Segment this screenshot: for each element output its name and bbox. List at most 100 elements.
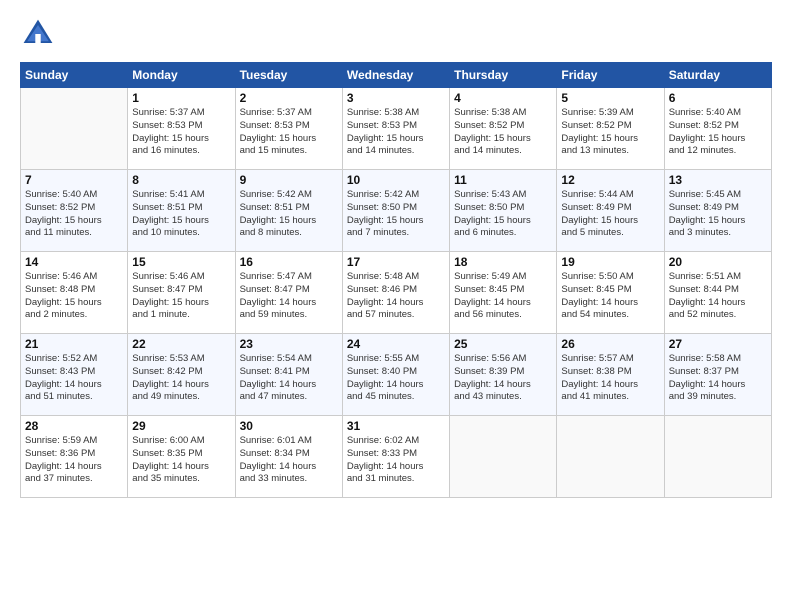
day-info: Sunrise: 5:52 AM Sunset: 8:43 PM Dayligh… xyxy=(25,353,123,404)
calendar-cell: 9 Sunrise: 5:42 AM Sunset: 8:51 PM Daylig… xyxy=(235,170,342,252)
day-number: 18 xyxy=(454,255,552,269)
calendar-cell: 17Sunrise: 5:48 AM Sunset: 8:46 PM Dayli… xyxy=(342,252,449,334)
day-info: Sunrise: 5:58 AM Sunset: 8:37 PM Dayligh… xyxy=(669,353,767,404)
calendar-cell: 13Sunrise: 5:45 AM Sunset: 8:49 PM Dayli… xyxy=(664,170,771,252)
day-number: 23 xyxy=(240,337,338,351)
day-info: Sunrise: 5:42 AM Sunset: 8:50 PM Dayligh… xyxy=(347,189,445,240)
weekday-header: Tuesday xyxy=(235,63,342,88)
day-info: Sunrise: 5:43 AM Sunset: 8:50 PM Dayligh… xyxy=(454,189,552,240)
day-info: Sunrise: 5:50 AM Sunset: 8:45 PM Dayligh… xyxy=(561,271,659,322)
calendar-cell: 1 Sunrise: 5:37 AM Sunset: 8:53 PM Daylig… xyxy=(128,88,235,170)
calendar-cell: 15 Sunrise: 5:46 AM Sunset: 8:47 PM Dayli… xyxy=(128,252,235,334)
day-number: 22 xyxy=(132,337,230,351)
day-number: 15 xyxy=(132,255,230,269)
day-info: Sunrise: 5:42 AM Sunset: 8:51 PM Dayligh… xyxy=(240,189,338,240)
day-info: Sunrise: 6:00 AM Sunset: 8:35 PM Dayligh… xyxy=(132,435,230,486)
day-info: Sunrise: 5:40 AM Sunset: 8:52 PM Dayligh… xyxy=(25,189,123,240)
header xyxy=(20,16,772,52)
day-number: 2 xyxy=(240,91,338,105)
day-info: Sunrise: 5:45 AM Sunset: 8:49 PM Dayligh… xyxy=(669,189,767,240)
day-number: 29 xyxy=(132,419,230,433)
logo xyxy=(20,16,60,52)
calendar: SundayMondayTuesdayWednesdayThursdayFrid… xyxy=(20,62,772,498)
calendar-cell: 20 Sunrise: 5:51 AM Sunset: 8:44 PM Dayli… xyxy=(664,252,771,334)
day-number: 31 xyxy=(347,419,445,433)
day-number: 10 xyxy=(347,173,445,187)
calendar-cell: 23 Sunrise: 5:54 AM Sunset: 8:41 PM Dayli… xyxy=(235,334,342,416)
weekday-header: Sunday xyxy=(21,63,128,88)
calendar-cell: 25 Sunrise: 5:56 AM Sunset: 8:39 PM Dayli… xyxy=(450,334,557,416)
day-number: 11 xyxy=(454,173,552,187)
calendar-cell: 29 Sunrise: 6:00 AM Sunset: 8:35 PM Dayli… xyxy=(128,416,235,498)
day-info: Sunrise: 6:02 AM Sunset: 8:33 PM Dayligh… xyxy=(347,435,445,486)
day-info: Sunrise: 6:01 AM Sunset: 8:34 PM Dayligh… xyxy=(240,435,338,486)
day-number: 8 xyxy=(132,173,230,187)
day-number: 24 xyxy=(347,337,445,351)
calendar-cell: 5Sunrise: 5:39 AM Sunset: 8:52 PM Daylig… xyxy=(557,88,664,170)
calendar-cell: 28Sunrise: 5:59 AM Sunset: 8:36 PM Dayli… xyxy=(21,416,128,498)
calendar-cell: 26 Sunrise: 5:57 AM Sunset: 8:38 PM Dayli… xyxy=(557,334,664,416)
day-info: Sunrise: 5:56 AM Sunset: 8:39 PM Dayligh… xyxy=(454,353,552,404)
calendar-cell: 3 Sunrise: 5:38 AM Sunset: 8:53 PM Daylig… xyxy=(342,88,449,170)
day-info: Sunrise: 5:41 AM Sunset: 8:51 PM Dayligh… xyxy=(132,189,230,240)
calendar-cell: 21 Sunrise: 5:52 AM Sunset: 8:43 PM Dayli… xyxy=(21,334,128,416)
day-number: 14 xyxy=(25,255,123,269)
calendar-cell xyxy=(450,416,557,498)
calendar-cell: 16 Sunrise: 5:47 AM Sunset: 8:47 PM Dayli… xyxy=(235,252,342,334)
day-number: 19 xyxy=(561,255,659,269)
day-info: Sunrise: 5:55 AM Sunset: 8:40 PM Dayligh… xyxy=(347,353,445,404)
calendar-cell: 12Sunrise: 5:44 AM Sunset: 8:49 PM Dayli… xyxy=(557,170,664,252)
calendar-cell xyxy=(21,88,128,170)
calendar-cell: 31 Sunrise: 6:02 AM Sunset: 8:33 PM Dayli… xyxy=(342,416,449,498)
calendar-cell xyxy=(557,416,664,498)
calendar-cell: 6Sunrise: 5:40 AM Sunset: 8:52 PM Daylig… xyxy=(664,88,771,170)
calendar-cell: 18 Sunrise: 5:49 AM Sunset: 8:45 PM Dayli… xyxy=(450,252,557,334)
day-info: Sunrise: 5:49 AM Sunset: 8:45 PM Dayligh… xyxy=(454,271,552,322)
weekday-header: Thursday xyxy=(450,63,557,88)
day-info: Sunrise: 5:46 AM Sunset: 8:47 PM Dayligh… xyxy=(132,271,230,322)
day-info: Sunrise: 5:37 AM Sunset: 8:53 PM Dayligh… xyxy=(132,107,230,158)
logo-icon xyxy=(20,16,56,52)
calendar-week-row: 1 Sunrise: 5:37 AM Sunset: 8:53 PM Daylig… xyxy=(21,88,772,170)
day-number: 16 xyxy=(240,255,338,269)
calendar-week-row: 14 Sunrise: 5:46 AM Sunset: 8:48 PM Dayli… xyxy=(21,252,772,334)
day-number: 6 xyxy=(669,91,767,105)
day-info: Sunrise: 5:51 AM Sunset: 8:44 PM Dayligh… xyxy=(669,271,767,322)
calendar-cell: 8 Sunrise: 5:41 AM Sunset: 8:51 PM Daylig… xyxy=(128,170,235,252)
day-number: 20 xyxy=(669,255,767,269)
calendar-cell: 10 Sunrise: 5:42 AM Sunset: 8:50 PM Dayli… xyxy=(342,170,449,252)
day-number: 28 xyxy=(25,419,123,433)
calendar-cell: 22 Sunrise: 5:53 AM Sunset: 8:42 PM Dayli… xyxy=(128,334,235,416)
day-number: 1 xyxy=(132,91,230,105)
day-number: 3 xyxy=(347,91,445,105)
calendar-cell: 4 Sunrise: 5:38 AM Sunset: 8:52 PM Daylig… xyxy=(450,88,557,170)
calendar-cell: 27 Sunrise: 5:58 AM Sunset: 8:37 PM Dayli… xyxy=(664,334,771,416)
calendar-week-row: 21 Sunrise: 5:52 AM Sunset: 8:43 PM Dayli… xyxy=(21,334,772,416)
calendar-cell: 11 Sunrise: 5:43 AM Sunset: 8:50 PM Dayli… xyxy=(450,170,557,252)
weekday-header: Monday xyxy=(128,63,235,88)
day-info: Sunrise: 5:48 AM Sunset: 8:46 PM Dayligh… xyxy=(347,271,445,322)
day-info: Sunrise: 5:38 AM Sunset: 8:53 PM Dayligh… xyxy=(347,107,445,158)
day-info: Sunrise: 5:39 AM Sunset: 8:52 PM Dayligh… xyxy=(561,107,659,158)
day-info: Sunrise: 5:38 AM Sunset: 8:52 PM Dayligh… xyxy=(454,107,552,158)
day-number: 21 xyxy=(25,337,123,351)
day-number: 4 xyxy=(454,91,552,105)
page: SundayMondayTuesdayWednesdayThursdayFrid… xyxy=(0,0,792,612)
day-number: 9 xyxy=(240,173,338,187)
day-number: 25 xyxy=(454,337,552,351)
day-info: Sunrise: 5:46 AM Sunset: 8:48 PM Dayligh… xyxy=(25,271,123,322)
calendar-cell: 30Sunrise: 6:01 AM Sunset: 8:34 PM Dayli… xyxy=(235,416,342,498)
calendar-cell: 7 Sunrise: 5:40 AM Sunset: 8:52 PM Daylig… xyxy=(21,170,128,252)
day-number: 26 xyxy=(561,337,659,351)
day-number: 27 xyxy=(669,337,767,351)
day-number: 7 xyxy=(25,173,123,187)
day-info: Sunrise: 5:37 AM Sunset: 8:53 PM Dayligh… xyxy=(240,107,338,158)
day-info: Sunrise: 5:54 AM Sunset: 8:41 PM Dayligh… xyxy=(240,353,338,404)
weekday-header: Friday xyxy=(557,63,664,88)
day-info: Sunrise: 5:47 AM Sunset: 8:47 PM Dayligh… xyxy=(240,271,338,322)
calendar-cell: 2 Sunrise: 5:37 AM Sunset: 8:53 PM Daylig… xyxy=(235,88,342,170)
day-info: Sunrise: 5:57 AM Sunset: 8:38 PM Dayligh… xyxy=(561,353,659,404)
weekday-header: Wednesday xyxy=(342,63,449,88)
day-info: Sunrise: 5:53 AM Sunset: 8:42 PM Dayligh… xyxy=(132,353,230,404)
day-info: Sunrise: 5:44 AM Sunset: 8:49 PM Dayligh… xyxy=(561,189,659,240)
